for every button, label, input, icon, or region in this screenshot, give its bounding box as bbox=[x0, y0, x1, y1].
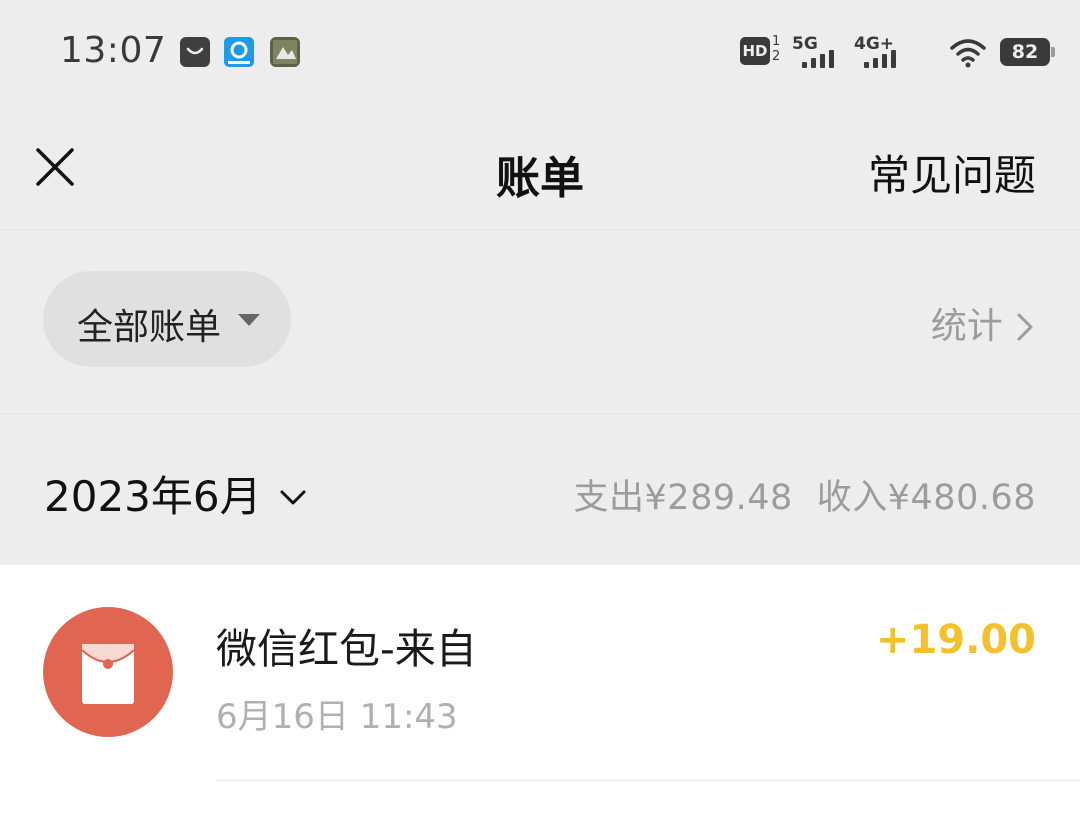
chevron-down-icon bbox=[280, 490, 306, 505]
wifi-icon bbox=[950, 39, 986, 68]
battery-icon: 82 bbox=[1000, 38, 1055, 66]
transaction-amount: +19.00 bbox=[875, 617, 1036, 663]
list-item[interactable]: 微信红包-来自 6月16日 11:43 +19.00 bbox=[0, 565, 1080, 781]
transaction-list: 微信红包-来自 6月16日 11:43 +19.00 bbox=[0, 565, 1080, 817]
bill-type-filter-button[interactable]: 全部账单 bbox=[43, 271, 291, 367]
filter-bar: 全部账单 统计 bbox=[0, 231, 1080, 414]
bill-type-filter-label: 全部账单 bbox=[77, 307, 222, 348]
caret-down-icon bbox=[238, 314, 260, 326]
status-indicators: HD 12 5G 4G+ 82 bbox=[740, 34, 1080, 74]
shopping-bag-icon bbox=[180, 37, 210, 67]
hd-sim-index: 12 bbox=[772, 34, 781, 64]
hd-voice-icon: HD bbox=[740, 37, 770, 65]
month-summary: 支出¥289.48 收入¥480.68 bbox=[574, 469, 1036, 520]
monthly-income: 收入¥480.68 bbox=[816, 478, 1036, 518]
month-label: 2023年6月 bbox=[44, 472, 262, 521]
sim2-signal-icon bbox=[864, 48, 904, 68]
month-header: 2023年6月 支出¥289.48 收入¥480.68 bbox=[0, 415, 1080, 565]
status-bar: 13:07 HD 12 5G 4G+ 82 bbox=[0, 0, 1080, 104]
chevron-right-icon bbox=[1017, 313, 1033, 341]
eleme-app-icon bbox=[224, 37, 254, 67]
status-time: 13:07 bbox=[60, 30, 167, 71]
statistics-label: 统计 bbox=[930, 306, 1003, 347]
envelope-icon bbox=[82, 644, 134, 704]
divider bbox=[216, 780, 1080, 781]
photo-app-icon bbox=[270, 37, 300, 67]
red-packet-icon bbox=[43, 607, 173, 737]
month-picker[interactable]: 2023年6月 bbox=[44, 463, 307, 524]
sim1-signal-icon bbox=[802, 48, 842, 68]
statistics-link[interactable]: 统计 bbox=[930, 297, 1034, 347]
transaction-title: 微信红包-来自 bbox=[216, 625, 477, 673]
transaction-time: 6月16日 11:43 bbox=[216, 697, 458, 737]
nav-bar: 账单 常见问题 bbox=[0, 104, 1080, 230]
faq-link[interactable]: 常见问题 bbox=[868, 142, 1036, 203]
monthly-expense: 支出¥289.48 bbox=[573, 478, 793, 518]
